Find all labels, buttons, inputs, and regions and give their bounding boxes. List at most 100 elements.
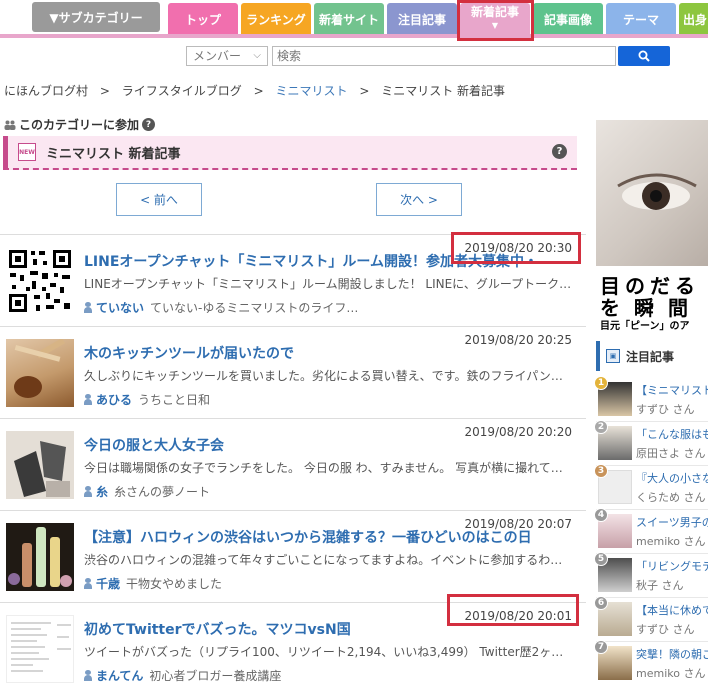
- author-name[interactable]: あひる: [96, 393, 132, 407]
- article-item[interactable]: 2019/08/20 20:01 初めてTwitterでバズった。マツコvsN国…: [0, 602, 586, 696]
- new-badge-icon: NEW: [18, 143, 36, 161]
- screenshot-image: [11, 622, 71, 672]
- article-thumbnail[interactable]: [6, 339, 74, 407]
- tab-new-sites[interactable]: 新着サイト: [314, 3, 384, 35]
- clothes-image: [6, 431, 74, 499]
- article-item[interactable]: 2019/08/20 20:25 木のキッチンツールが届いたので 久しぶりにキッ…: [0, 326, 586, 418]
- breadcrumb-item-home[interactable]: にほんブログ村: [4, 84, 88, 98]
- ad-subtext: 目元「ピーン」のア: [600, 321, 690, 332]
- blog-name[interactable]: 初心者ブロガー養成講座: [149, 669, 281, 683]
- featured-item-title[interactable]: スイーツ男子の: [636, 514, 708, 530]
- article-item[interactable]: 2019/08/20 20:20 今日の服と大人女子会 今日は職場関係の女子でラ…: [0, 418, 586, 510]
- featured-item-author: 原田さよ さん: [636, 447, 706, 460]
- author-name[interactable]: ていない: [96, 301, 144, 315]
- featured-item[interactable]: 2 「こんな服はも 原田さよ さん: [594, 420, 708, 466]
- ad-image: [596, 120, 708, 266]
- article-author: あひる うちこと日和: [84, 391, 574, 408]
- breadcrumb-current: ミニマリスト 新着記事: [381, 84, 506, 98]
- article-item[interactable]: 2019/08/20 20:07 【注意】ハロウィンの渋谷はいつから混雑する？一…: [0, 510, 586, 602]
- breadcrumb-item-lifestyle[interactable]: ライフスタイルブログ: [122, 84, 242, 98]
- search-input[interactable]: 検索: [272, 46, 616, 66]
- blog-name[interactable]: うちこと日和: [138, 393, 210, 407]
- eye-image: [617, 173, 697, 210]
- article-excerpt: 渋谷のハロウィンの混雑って年々すごいことになってますよね。イベントに参加するわけ…: [84, 553, 574, 567]
- article-title[interactable]: 初めてTwitterでバズった。マツコvsN国: [84, 619, 574, 639]
- rank-badge: 3: [594, 464, 608, 478]
- featured-item[interactable]: 4 スイーツ男子の memiko さん: [594, 508, 708, 554]
- blog-name[interactable]: 干物女やめました: [126, 577, 222, 591]
- search-scope-select[interactable]: メンバー ⌵: [186, 46, 268, 66]
- featured-item-title[interactable]: 突撃！隣の朝ご: [636, 646, 708, 662]
- article-title[interactable]: 木のキッチンツールが届いたので: [84, 343, 574, 363]
- article-excerpt: 久しぶりにキッチンツールを買いました。劣化による買い替え、です。鉄のフライパンが…: [84, 369, 574, 383]
- tab-theme[interactable]: テーマ: [606, 3, 676, 35]
- featured-item-title[interactable]: 【本当に休めて: [636, 602, 708, 618]
- author-name[interactable]: 千歳: [96, 577, 120, 591]
- author-name[interactable]: まんてん: [96, 669, 143, 683]
- article-author: 糸糸さんの夢ノート: [84, 483, 574, 500]
- featured-item[interactable]: 1 【ミニマリスト すずひ さん: [594, 376, 708, 422]
- tab-top[interactable]: トップ: [168, 3, 238, 35]
- breadcrumb-item-minimalist[interactable]: ミニマリスト: [275, 84, 347, 98]
- rank-badge: 5: [594, 552, 608, 566]
- author-name[interactable]: 糸: [96, 485, 108, 499]
- tab-hometown[interactable]: 出身: [679, 3, 708, 35]
- blog-name[interactable]: ていない-ゆるミニマリストのライフ…: [150, 301, 358, 315]
- bottles-image: [6, 523, 74, 591]
- breadcrumb-separator: >: [359, 84, 370, 98]
- article-title[interactable]: LINEオープンチャット「ミニマリスト」ルーム開設！参加者大募集中・: [84, 251, 574, 271]
- tab-underline: [0, 34, 708, 38]
- article-excerpt: 今日は職場関係の女子でランチをした。 今日の服 わ、すみません。 写真が横に撮れ…: [84, 461, 563, 475]
- article-thumbnail[interactable]: [6, 431, 74, 499]
- next-page-button[interactable]: 次へ >: [376, 183, 462, 216]
- tab-new-articles[interactable]: 新着記事 ▼: [460, 3, 530, 35]
- featured-header: ▣ 注目記事: [596, 341, 708, 371]
- featured-item[interactable]: 7 突撃！隣の朝ご memiko さん: [594, 640, 708, 686]
- blog-name[interactable]: 糸さんの夢ノート: [114, 485, 210, 499]
- article-author: まんてん 初心者ブロガー養成講座: [84, 667, 574, 684]
- subcategory-button[interactable]: ▼サブカテゴリー: [32, 2, 160, 32]
- tab-featured-articles[interactable]: 注目記事: [387, 3, 457, 35]
- join-category-link[interactable]: このカテゴリーに参加 ?: [4, 116, 156, 133]
- help-icon[interactable]: ?: [552, 144, 567, 159]
- prev-page-button[interactable]: < 前へ: [116, 183, 202, 216]
- user-icon: [84, 394, 92, 405]
- article-thumbnail[interactable]: [6, 247, 74, 315]
- featured-item[interactable]: 5 「リビングモテ 秋子 さん: [594, 552, 708, 598]
- breadcrumb-separator: >: [253, 84, 264, 98]
- qr-code-image: [6, 247, 74, 315]
- article-title[interactable]: 【注意】ハロウィンの渋谷はいつから混雑する？一番ひどいのはこの日: [84, 527, 574, 547]
- breadcrumb: にほんブログ村 > ライフスタイルブログ > ミニマリスト > ミニマリスト 新…: [4, 82, 505, 99]
- featured-item-author: すずひ さん: [636, 403, 695, 416]
- chevron-down-icon: ▼: [491, 21, 499, 30]
- user-icon: [84, 578, 92, 589]
- rank-badge: 4: [594, 508, 608, 522]
- featured-item-author: くらため さん: [636, 491, 706, 504]
- article-author: 千歳 干物女やめました: [84, 575, 574, 592]
- article-item[interactable]: 2019/08/20 20:30 LINEオープンチャット「ミニマリスト」ルーム…: [0, 234, 586, 326]
- search-icon: [638, 50, 650, 62]
- featured-item[interactable]: 6 【本当に休めて すずひ さん: [594, 596, 708, 642]
- featured-item-title[interactable]: 「リビングモテ: [636, 558, 708, 574]
- help-icon[interactable]: ?: [142, 118, 156, 131]
- featured-item[interactable]: 3 『大人の小さな くらため さん: [594, 464, 708, 510]
- section-title: ミニマリスト 新着記事: [46, 146, 181, 162]
- wooden-spoon-image: [14, 339, 65, 398]
- article-excerpt: LINEオープンチャット「ミニマリスト」ルーム開設しました！ LINEに、グルー…: [84, 277, 572, 291]
- article-title[interactable]: 今日の服と大人女子会: [84, 435, 574, 455]
- featured-item-title[interactable]: 「こんな服はも: [636, 426, 708, 442]
- search-button[interactable]: [618, 46, 670, 66]
- advertisement[interactable]: 目のだる を瞬間 目元「ピーン」のア: [596, 120, 708, 332]
- article-thumbnail[interactable]: [6, 615, 74, 683]
- section-header: NEW ミニマリスト 新着記事 ?: [3, 136, 577, 170]
- featured-item-author: 秋子 さん: [636, 579, 684, 592]
- tab-article-images[interactable]: 記事画像: [533, 3, 603, 35]
- user-icon: [84, 486, 92, 497]
- featured-item-author: すずひ さん: [636, 623, 695, 636]
- featured-item-title[interactable]: 『大人の小さな: [636, 470, 708, 486]
- featured-item-title[interactable]: 【ミニマリスト: [636, 382, 708, 398]
- article-thumbnail[interactable]: [6, 523, 74, 591]
- chevron-down-icon: ⌵: [253, 50, 261, 61]
- tab-ranking[interactable]: ランキング: [241, 3, 311, 35]
- featured-item-author: memiko さん: [636, 667, 706, 680]
